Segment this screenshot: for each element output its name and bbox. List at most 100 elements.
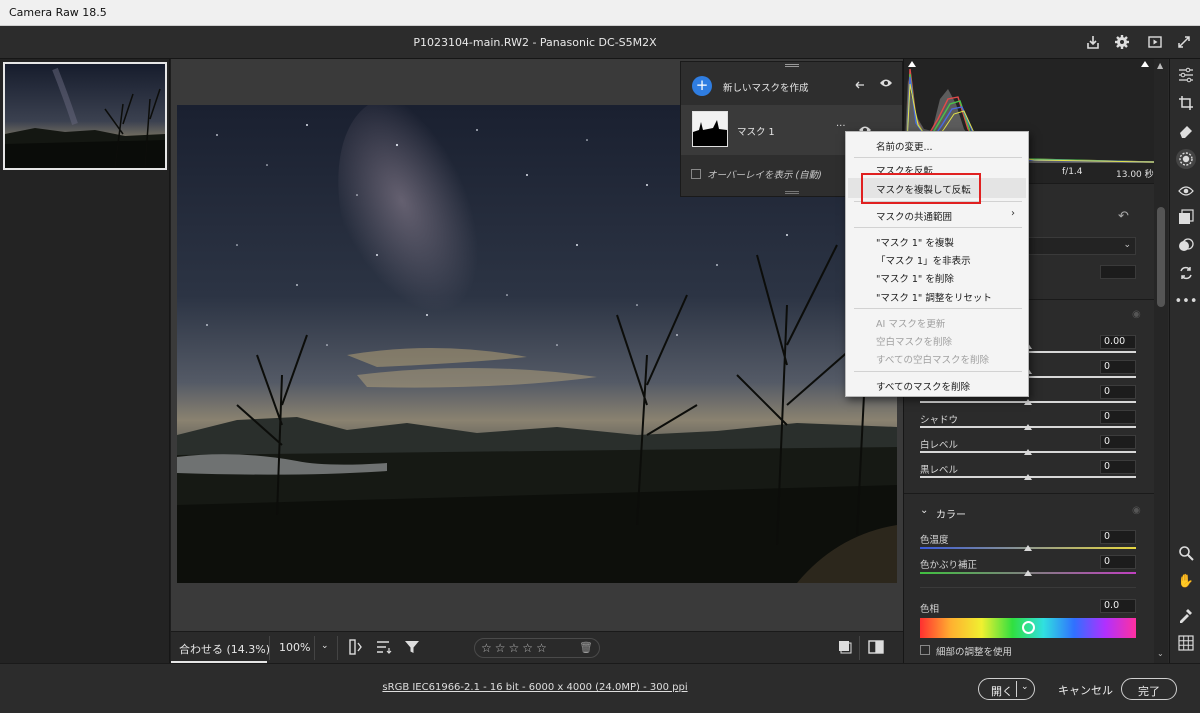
hue-picker-handle[interactable]: [1022, 621, 1035, 634]
fine-adjust-checkbox[interactable]: [920, 645, 930, 655]
menu-item-reset-adjustments[interactable]: "マスク 1" 調整をリセット: [876, 290, 992, 304]
overlay-checkbox[interactable]: [691, 169, 701, 179]
hue-spectrum-bar[interactable]: [920, 618, 1136, 638]
hand-icon[interactable]: ✋: [1176, 571, 1196, 591]
star-rating[interactable]: ☆ ☆ ☆ ☆ ☆ 🗑: [474, 638, 600, 658]
fine-adjust-label: 細部の調整を使用: [936, 647, 1013, 658]
zoom-100-button[interactable]: 100%: [279, 641, 310, 654]
star-5[interactable]: ☆: [536, 641, 547, 655]
mask-context-menu: 名前の変更... マスクを反転 マスクを複製して反転 マスクの共通範囲 › "マ…: [845, 131, 1029, 397]
shadow-clipping-indicator[interactable]: [908, 61, 916, 67]
whites-slider-thumb[interactable]: [1024, 449, 1032, 455]
exposure-value[interactable]: 0.00: [1100, 335, 1136, 349]
menu-item-delete-mask[interactable]: "マスク 1" を削除: [876, 271, 954, 285]
visibility-eye-icon[interactable]: ◉: [1132, 309, 1141, 320]
filmstrip: [0, 59, 170, 663]
star-1[interactable]: ☆: [481, 641, 492, 655]
star-4[interactable]: ☆: [522, 641, 533, 655]
menu-item-rename[interactable]: 名前の変更...: [876, 139, 933, 153]
filter-icon[interactable]: [404, 639, 420, 658]
panel-resize-handle[interactable]: [785, 191, 799, 194]
sync-icon[interactable]: [1176, 263, 1196, 283]
zoom-dropdown-chevron-icon[interactable]: ⌄: [321, 641, 329, 651]
highlight-annotation-box: [861, 173, 981, 204]
color-sampler-icon[interactable]: [1176, 605, 1196, 625]
add-mask-button[interactable]: +: [692, 76, 712, 96]
menu-item-intersect-mask[interactable]: マスクの共通範囲: [876, 209, 952, 223]
submenu-arrow-icon: ›: [1011, 208, 1015, 219]
zoom-fit-button[interactable]: 合わせる (14.3%): [179, 641, 270, 657]
workflow-options-link[interactable]: sRGB IEC61966-2.1 - 16 bit - 6000 x 4000…: [0, 682, 1070, 693]
cancel-button[interactable]: キャンセル: [1058, 682, 1113, 698]
slideshow-icon[interactable]: [1146, 33, 1164, 51]
temperature-value[interactable]: 0: [1100, 530, 1136, 544]
menu-item-duplicate-mask[interactable]: "マスク 1" を複製: [876, 235, 954, 249]
hue-value[interactable]: 0.0: [1100, 599, 1136, 613]
menu-item-hide-mask[interactable]: 「マスク 1」を非表示: [876, 253, 971, 267]
show-overlay-label[interactable]: オーバーレイを表示 (自動): [707, 167, 822, 181]
highlights-value[interactable]: 0: [1100, 385, 1136, 399]
blacks-slider-thumb[interactable]: [1024, 474, 1032, 480]
edit-sliders-icon[interactable]: [1176, 65, 1196, 85]
crop-icon[interactable]: [1176, 93, 1196, 113]
open-button[interactable]: 開く ⌄: [978, 678, 1035, 700]
divider: [1016, 681, 1017, 697]
divider: [920, 587, 1136, 588]
highlight-clipping-indicator[interactable]: [1141, 61, 1149, 67]
preset-dropdown[interactable]: ⌄: [1024, 237, 1136, 255]
temperature-slider-thumb[interactable]: [1024, 545, 1032, 551]
shadows-value[interactable]: 0: [1100, 410, 1136, 424]
trash-icon[interactable]: 🗑: [579, 641, 593, 654]
hue-label: 色相: [920, 604, 940, 615]
red-eye-icon[interactable]: [1176, 181, 1196, 201]
filmstrip-thumbnail[interactable]: [3, 62, 167, 170]
grid-overlay-icon[interactable]: [1176, 633, 1196, 653]
menu-item-delete-all-masks[interactable]: すべてのマスクを削除: [876, 379, 970, 393]
gear-icon[interactable]: [1113, 33, 1131, 51]
zoom-icon[interactable]: [1176, 543, 1196, 563]
snapshots-icon[interactable]: [1176, 207, 1196, 227]
presets-icon[interactable]: [1176, 235, 1196, 255]
more-options-icon[interactable]: •••: [1175, 291, 1198, 311]
color-section-title[interactable]: カラー: [936, 506, 966, 521]
scroll-down-icon[interactable]: ⌄: [1157, 649, 1164, 658]
undo-icon[interactable]: [853, 76, 867, 93]
star-3[interactable]: ☆: [509, 641, 520, 655]
star-2[interactable]: ☆: [495, 641, 506, 655]
open-button-label[interactable]: 開く: [991, 683, 1013, 699]
save-icon[interactable]: [1084, 33, 1102, 51]
menu-separator: [854, 157, 1022, 158]
menu-item-update-ai-mask: AI マスクを更新: [876, 319, 946, 330]
contrast-value[interactable]: 0: [1100, 360, 1136, 374]
shutter-speed-value: 13.00 秒: [1116, 170, 1154, 180]
divider: [314, 636, 315, 660]
tint-slider-thumb[interactable]: [1024, 570, 1032, 576]
footer-bar: sRGB IEC61966-2.1 - 16 bit - 6000 x 4000…: [0, 663, 1200, 713]
scrollbar-thumb[interactable]: [1157, 207, 1165, 307]
eraser-icon[interactable]: [1176, 121, 1196, 141]
whites-value[interactable]: 0: [1100, 435, 1136, 449]
shadows-slider-thumb[interactable]: [1024, 424, 1032, 430]
done-button[interactable]: 完了: [1121, 678, 1177, 700]
show-mask-eye-icon[interactable]: [879, 77, 893, 92]
fullscreen-icon[interactable]: [1175, 33, 1193, 51]
amount-field[interactable]: [1100, 265, 1136, 279]
mask-name-label: マスク 1: [737, 127, 775, 138]
compare-view-icon[interactable]: [868, 639, 884, 658]
create-new-mask-label[interactable]: 新しいマスクを作成: [723, 80, 809, 94]
reset-icon[interactable]: ↶: [1118, 209, 1129, 224]
filmstrip-toggle-icon[interactable]: [349, 639, 363, 658]
blacks-value[interactable]: 0: [1100, 460, 1136, 474]
sort-icon[interactable]: [376, 640, 392, 657]
before-after-icon[interactable]: [838, 640, 852, 657]
tint-value[interactable]: 0: [1100, 555, 1136, 569]
divider: [859, 636, 860, 660]
scroll-up-icon[interactable]: ▲: [1157, 61, 1163, 70]
section-chevron-icon[interactable]: ⌄: [920, 505, 928, 516]
highlights-slider-thumb[interactable]: [1024, 399, 1032, 405]
visibility-eye-icon[interactable]: ◉: [1132, 505, 1141, 516]
panel-drag-handle[interactable]: [785, 64, 799, 67]
open-options-chevron-icon[interactable]: ⌄: [1021, 682, 1029, 692]
panel-scrollbar[interactable]: ▲ ⌄: [1154, 59, 1168, 663]
masking-icon[interactable]: [1176, 149, 1196, 169]
